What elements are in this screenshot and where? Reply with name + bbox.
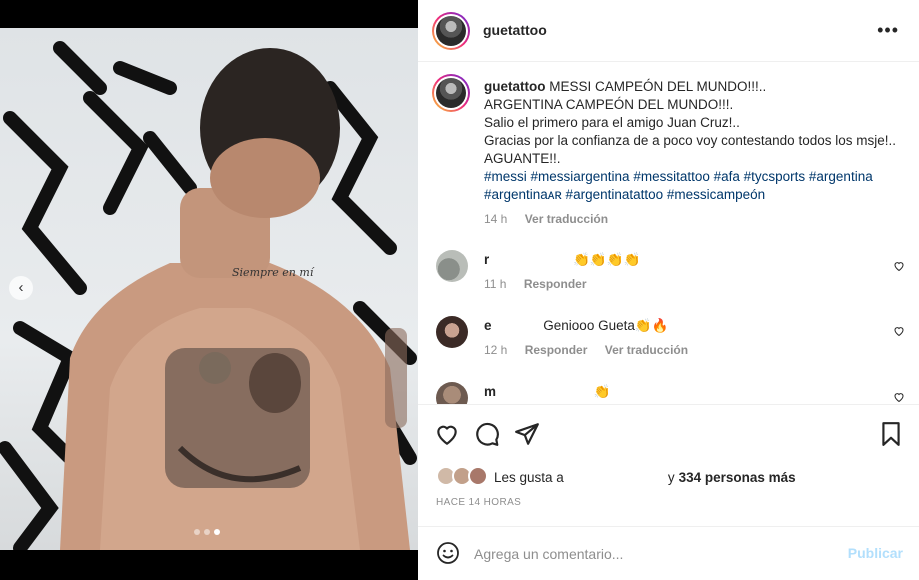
comments-section[interactable]: guetattoo MESSI CAMPEÓN DEL MUNDO!!!.. A… bbox=[418, 62, 919, 404]
comment-3-username[interactable]: m bbox=[484, 384, 496, 399]
likes-conjunction: y bbox=[667, 469, 675, 485]
caption-hashtags[interactable]: #messi #messiargentina #messitattoo #afa… bbox=[484, 168, 904, 204]
likes-summary[interactable]: Les gusta a y 334 personas más bbox=[436, 465, 796, 489]
comment-2: e Geniooo Gueta👏🔥 bbox=[484, 318, 668, 334]
author-avatar[interactable] bbox=[432, 12, 470, 50]
carousel-dot bbox=[194, 529, 200, 535]
comment-input[interactable] bbox=[474, 543, 834, 565]
comment-3: m 👏 bbox=[484, 384, 611, 400]
post-photo[interactable]: Siempre en mí bbox=[0, 28, 418, 550]
post-timestamp: HACE 14 HORAS bbox=[436, 497, 522, 508]
caption-line-4: Gracias por la confianza de a poco voy c… bbox=[484, 133, 896, 166]
bookmark-icon[interactable] bbox=[878, 421, 904, 447]
chevron-left-icon: ‹ bbox=[18, 279, 24, 296]
caption-line-3: Salio el primero para el amigo Juan Cruz… bbox=[484, 115, 740, 130]
caption-username[interactable]: guetattoo bbox=[484, 79, 546, 94]
comment-2-translate[interactable]: Ver traducción bbox=[605, 343, 688, 357]
post-media[interactable]: Siempre en mí ‹ bbox=[0, 0, 418, 580]
post-header: guetattoo ••• bbox=[418, 0, 919, 62]
liker-avatars bbox=[436, 466, 490, 488]
commenter-avatar[interactable] bbox=[436, 250, 468, 282]
carousel-dot bbox=[204, 529, 210, 535]
comment-2-username[interactable]: e bbox=[484, 318, 492, 333]
add-comment-bar: Publicar bbox=[418, 526, 919, 580]
comment-1: r 👏👏👏👏 bbox=[484, 252, 640, 268]
tattoo-photo-image: Siempre en mí bbox=[0, 41, 417, 550]
likes-prefix: Les gusta a bbox=[494, 469, 564, 485]
redacted-username bbox=[489, 255, 570, 266]
comment-2-reply[interactable]: Responder bbox=[525, 343, 588, 357]
comment-2-meta: 12 h Responder Ver traducción bbox=[484, 343, 702, 357]
commenter-avatar[interactable] bbox=[436, 316, 468, 348]
comment-3-text: 👏 bbox=[593, 384, 611, 399]
commenter-avatar[interactable] bbox=[436, 382, 468, 404]
carousel-indicator bbox=[194, 529, 220, 535]
comment-2-text: Geniooo Gueta👏🔥 bbox=[543, 318, 669, 333]
caption-time: 14 h bbox=[484, 212, 508, 226]
comment-1-meta: 11 h Responder bbox=[484, 277, 601, 291]
comment-1-text: 👏👏👏👏 bbox=[573, 252, 641, 267]
caption-meta: 14 h Ver traducción bbox=[484, 212, 622, 226]
caption-translate-link[interactable]: Ver traducción bbox=[525, 212, 608, 226]
heart-icon[interactable] bbox=[434, 421, 460, 447]
comment-icon[interactable] bbox=[474, 421, 500, 447]
svg-text:Siempre en mí: Siempre en mí bbox=[232, 266, 315, 279]
comment-2-time: 12 h bbox=[484, 343, 508, 357]
redacted-username bbox=[563, 472, 664, 482]
like-comment-heart-icon[interactable] bbox=[893, 260, 905, 272]
caption-avatar[interactable] bbox=[432, 74, 470, 112]
comment-1-reply[interactable]: Responder bbox=[524, 277, 587, 291]
redacted-username bbox=[491, 321, 540, 332]
comment-1-time: 11 h bbox=[484, 277, 507, 291]
likes-count[interactable]: 334 personas más bbox=[679, 470, 796, 485]
caption-line-2: ARGENTINA CAMPEÓN DEL MUNDO!!!. bbox=[484, 97, 734, 112]
caption-line-1: MESSI CAMPEÓN DEL MUNDO!!!.. bbox=[549, 79, 767, 94]
post-actions: Les gusta a y 334 personas más HACE 14 H… bbox=[418, 404, 919, 526]
author-username[interactable]: guetattoo bbox=[483, 22, 547, 38]
post-details-panel: guetattoo ••• guetattoo MESSI CAMPEÓN DE… bbox=[418, 0, 919, 580]
ellipsis-icon[interactable]: ••• bbox=[877, 20, 899, 41]
redacted-username bbox=[496, 387, 591, 398]
emoji-icon[interactable] bbox=[436, 541, 460, 565]
publish-button[interactable]: Publicar bbox=[848, 545, 903, 561]
post-caption: guetattoo MESSI CAMPEÓN DEL MUNDO!!!.. A… bbox=[484, 78, 904, 204]
share-icon[interactable] bbox=[514, 421, 540, 447]
carousel-dot-active bbox=[214, 529, 220, 535]
like-comment-heart-icon[interactable] bbox=[893, 391, 905, 403]
previous-image-button[interactable]: ‹ bbox=[9, 276, 33, 300]
like-comment-heart-icon[interactable] bbox=[893, 325, 905, 337]
